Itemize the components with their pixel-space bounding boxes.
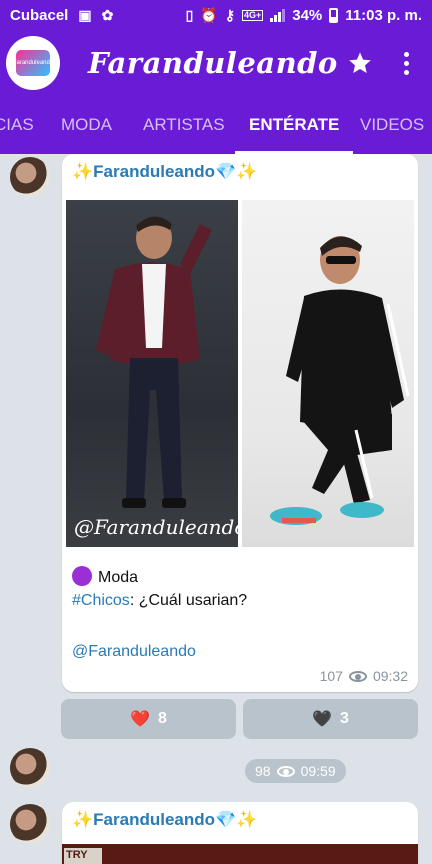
- question-text: : ¿Cuál usarian?: [129, 592, 248, 609]
- channel-avatar[interactable]: [10, 157, 50, 197]
- message-meta-pill: 98 09:59: [245, 759, 346, 783]
- message-card: ✨Faranduleando💎✨ @Faranduleando Moda #Ch…: [62, 154, 418, 692]
- network-type-icon: 4G+: [241, 9, 264, 21]
- battery-icon: [329, 7, 339, 23]
- category-line: Moda: [72, 566, 138, 587]
- suit-figure: [96, 216, 212, 508]
- message-title: ✨Faranduleando💎✨: [72, 162, 258, 181]
- message-photo[interactable]: TRY ME: [62, 844, 418, 864]
- carrier-label: Cubacel: [10, 6, 69, 24]
- question-line: #Chicos: ¿Cuál usarian?: [72, 592, 247, 610]
- hashtag-link[interactable]: #Chicos: [72, 592, 130, 609]
- message-time: 09:32: [372, 668, 408, 684]
- image-icon: ▣: [78, 7, 92, 23]
- black-heart-icon: 🖤: [312, 711, 332, 728]
- channel-avatar[interactable]: [10, 748, 50, 788]
- status-bar: Cubacel ▣ ✿ ▯ ⏰ ⚷ 4G+ 34% 11:03 p. m.: [0, 0, 432, 30]
- channel-logo[interactable]: Faranduleando: [6, 36, 60, 90]
- eye-icon: [348, 670, 367, 682]
- purple-circle-icon: [72, 566, 92, 586]
- message-time: 09:59: [300, 763, 336, 779]
- vibrate-icon: ▯: [185, 7, 194, 23]
- messenger-icon: ✿: [101, 7, 114, 23]
- try-me-sign: TRY ME: [64, 848, 102, 864]
- more-options-icon[interactable]: [386, 43, 426, 83]
- category-tabs: CIAS MODA ARTISTAS ENTÉRATE VIDEOS: [0, 96, 432, 154]
- star-icon[interactable]: [346, 49, 374, 77]
- app-bar: Faranduleando Faranduleando: [0, 30, 432, 96]
- logo-text: Faranduleando: [13, 50, 53, 76]
- message-meta: 107 09:32: [320, 668, 408, 684]
- tab-noticias[interactable]: CIAS: [0, 96, 34, 154]
- tab-enterate[interactable]: ENTÉRATE: [235, 96, 354, 154]
- message-title: ✨Faranduleando💎✨: [72, 810, 258, 829]
- clock: 11:03 p. m.: [345, 6, 422, 24]
- outfit-photo-right[interactable]: [242, 200, 414, 547]
- view-count: 98: [255, 763, 271, 779]
- watermark-text: @Faranduleando: [74, 515, 238, 539]
- tab-moda[interactable]: MODA: [61, 96, 112, 154]
- channel-title[interactable]: Faranduleando: [88, 46, 338, 80]
- signature-link[interactable]: @Faranduleando: [72, 643, 196, 661]
- reaction-black-heart-button[interactable]: 🖤 3: [243, 699, 418, 739]
- key-icon: ⚷: [224, 7, 235, 23]
- battery-percent: 34%: [292, 6, 323, 24]
- channel-avatar[interactable]: [10, 804, 50, 844]
- signal-icon: [270, 8, 286, 22]
- tab-videos[interactable]: VIDEOS: [360, 96, 424, 154]
- red-heart-icon: ❤️: [130, 711, 150, 728]
- reaction-count: 8: [158, 710, 167, 727]
- tab-artistas[interactable]: ARTISTAS: [143, 96, 225, 154]
- message-card: ✨Faranduleando💎✨ TRY ME: [62, 802, 418, 864]
- reaction-count: 3: [340, 710, 349, 727]
- reaction-heart-button[interactable]: ❤️ 8: [61, 699, 236, 739]
- eye-icon: [276, 765, 295, 777]
- tracksuit-figure: [270, 236, 410, 525]
- alarm-icon: ⏰: [200, 7, 218, 23]
- category-label: Moda: [98, 569, 139, 586]
- outfit-photo-left[interactable]: @Faranduleando: [66, 200, 238, 547]
- view-count: 107: [319, 668, 343, 684]
